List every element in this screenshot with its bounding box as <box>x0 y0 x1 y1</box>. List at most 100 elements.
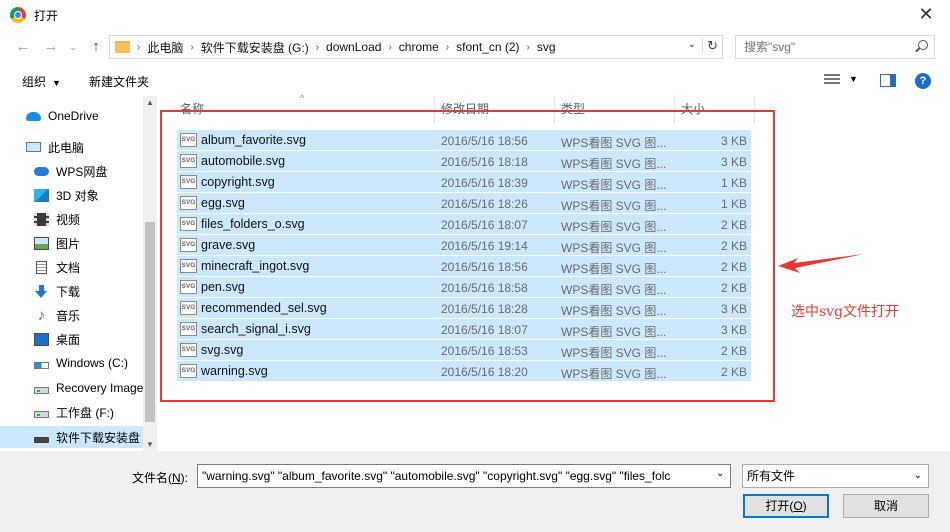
file-date: 2016/5/16 18:26 <box>441 197 528 211</box>
organize-button[interactable]: 组织 ▼ <box>22 73 61 90</box>
sidebar-item-3d-objects[interactable]: 3D 对象 <box>34 184 156 206</box>
sidebar-item-documents[interactable]: 文档 <box>34 256 156 278</box>
arrow-left-icon[interactable]: ← <box>14 38 32 56</box>
close-icon[interactable]: ✕ <box>916 4 936 24</box>
sidebar-item-downloads[interactable]: 下载 <box>34 280 156 302</box>
search-icon[interactable] <box>918 40 928 50</box>
file-size: 3 KB <box>720 134 747 148</box>
chevron-right-icon[interactable]: › <box>137 42 140 53</box>
file-size: 3 KB <box>720 155 747 169</box>
file-row[interactable]: SVG copyright.svg 2016/5/16 18:39 WPS看图 SVG… <box>177 172 751 193</box>
file-name: minecraft_ingot.svg <box>201 259 310 273</box>
drive-icon <box>34 386 49 394</box>
chevron-down-icon[interactable]: ⌄ <box>914 465 922 487</box>
file-row[interactable]: SVG recommended_sel.svg 2016/5/16 18:28 WPS… <box>177 298 751 319</box>
filename-label: 文件名(N): <box>132 471 189 485</box>
preview-pane-icon[interactable] <box>880 74 896 87</box>
sidebar-item-onedrive[interactable]: OneDrive <box>26 105 156 127</box>
annotation-text: 选中svg文件打开 <box>791 304 900 320</box>
search-box[interactable] <box>735 35 935 59</box>
sidebar-item-this-pc[interactable]: 此电脑 <box>26 136 156 158</box>
sidebar-item-pictures[interactable]: 图片 <box>34 232 156 254</box>
sidebar-item-label: 此电脑 <box>48 140 85 155</box>
file-row[interactable]: SVG grave.svg 2016/5/16 19:14 WPS看图 SVG 图..… <box>177 235 751 256</box>
search-input[interactable] <box>736 40 906 54</box>
sidebar-item-windows-c[interactable]: Windows (C:) <box>34 352 156 374</box>
file-name: grave.svg <box>201 238 256 252</box>
navigation-scrollbar[interactable]: ▲ ▼ <box>143 96 157 451</box>
sidebar-item-desktop[interactable]: 桌面 <box>34 328 156 350</box>
sidebar-item-label: 图片 <box>56 236 81 251</box>
cancel-button[interactable]: 取消 <box>843 494 929 518</box>
scrollbar-thumb[interactable] <box>145 222 155 422</box>
recent-locations-icon[interactable]: ⌄ <box>64 38 82 56</box>
chevron-right-icon[interactable]: › <box>446 42 449 53</box>
caret-down-icon[interactable]: ▼ <box>849 74 858 84</box>
sidebar-item-work-f[interactable]: 工作盘 (F:) <box>34 401 156 423</box>
breadcrumb-download[interactable]: downLoad <box>326 40 381 54</box>
column-header-size[interactable]: 大小 <box>675 96 755 123</box>
file-row[interactable]: SVG automobile.svg 2016/5/16 18:18 WPS看图 SV… <box>177 151 751 172</box>
breadcrumb-drive-g[interactable]: 软件下载安装盘 (G:) <box>201 39 309 56</box>
file-row[interactable]: SVG svg.svg 2016/5/16 18:53 WPS看图 SVG 图... 2… <box>177 340 751 361</box>
column-header-name[interactable]: 名称 <box>174 96 435 123</box>
chevron-right-icon[interactable]: › <box>190 42 193 53</box>
breadcrumb-chrome[interactable]: chrome <box>399 40 439 54</box>
sidebar-item-wps-cloud[interactable]: WPS网盘 <box>34 160 156 182</box>
file-row[interactable]: SVG search_signal_i.svg 2016/5/16 18:07 WPS… <box>177 319 751 340</box>
sidebar-item-music[interactable]: ♪ 音乐 <box>34 304 156 326</box>
caret-down-icon: ▼ <box>52 78 61 88</box>
arrow-right-icon[interactable]: → <box>42 38 60 56</box>
file-type: WPS看图 SVG 图... <box>561 367 667 381</box>
dialog-footer: 文件名(N): "warning.svg" "album_favorite.sv… <box>0 451 950 532</box>
sidebar-item-label: Recovery Image <box>56 381 144 395</box>
chevron-right-icon[interactable]: › <box>388 42 391 53</box>
sidebar-item-label: WPS网盘 <box>56 164 108 179</box>
file-name: svg.svg <box>201 343 244 357</box>
new-folder-button[interactable]: 新建文件夹 <box>89 73 149 90</box>
file-type-select[interactable]: 所有文件 ⌄ <box>742 464 929 488</box>
sidebar-item-recovery-image[interactable]: Recovery Image <box>34 377 156 399</box>
scroll-down-icon[interactable]: ▼ <box>146 440 154 449</box>
chevron-right-icon[interactable]: › <box>527 42 530 53</box>
music-icon: ♪ <box>37 306 46 324</box>
svg-file-icon: SVG <box>180 154 197 168</box>
file-row[interactable]: SVG files_folders_o.svg 2016/5/16 18:07 WPS… <box>177 214 751 235</box>
sidebar-item-label: 软件下载安装盘 <box>56 430 141 445</box>
svg-file-icon: SVG <box>180 322 197 336</box>
chevron-right-icon[interactable]: › <box>316 42 319 53</box>
file-row[interactable]: SVG album_favorite.svg 2016/5/16 18:56 WPS看… <box>177 130 751 151</box>
arrow-up-icon[interactable]: ↑ <box>87 38 105 56</box>
refresh-icon[interactable]: ↻ <box>702 38 718 54</box>
sidebar-item-software-g[interactable]: 软件下载安装盘 <box>0 426 143 448</box>
help-icon[interactable]: ? <box>915 73 931 89</box>
organize-label: 组织 <box>22 75 47 89</box>
file-row[interactable]: SVG warning.svg 2016/5/16 18:20 WPS看图 SVG 图… <box>177 361 751 382</box>
svg-file-icon: SVG <box>180 217 197 231</box>
file-size: 1 KB <box>720 176 747 190</box>
breadcrumb-sfont[interactable]: sfont_cn (2) <box>456 40 519 54</box>
file-row[interactable]: SVG pen.svg 2016/5/16 18:58 WPS看图 SVG 图... 2… <box>177 277 751 298</box>
column-header-type[interactable]: 类型 <box>555 96 675 123</box>
breadcrumb-svg[interactable]: svg <box>537 40 556 54</box>
file-type: WPS看图 SVG 图... <box>561 178 667 192</box>
file-row[interactable]: SVG egg.svg 2016/5/16 18:26 WPS看图 SVG 图... 1… <box>177 193 751 214</box>
sidebar-item-label: 桌面 <box>56 332 81 347</box>
column-header-date[interactable]: 修改日期 <box>435 96 555 123</box>
breadcrumb-this-pc[interactable]: 此电脑 <box>147 39 183 56</box>
view-options-icon[interactable] <box>824 74 840 86</box>
chevron-down-icon[interactable]: ⌄ <box>688 39 696 50</box>
open-button[interactable]: 打开(O) <box>743 494 829 518</box>
scroll-up-icon[interactable]: ▲ <box>146 98 154 107</box>
chevron-down-icon[interactable]: ⌄ <box>716 468 724 479</box>
file-row[interactable]: SVG minecraft_ingot.svg 2016/5/16 18:56 WPS… <box>177 256 751 277</box>
file-size: 2 KB <box>720 281 747 295</box>
sidebar-item-videos[interactable]: 视频 <box>34 208 156 230</box>
file-name: warning.svg <box>201 364 268 378</box>
svg-file-icon: SVG <box>180 196 197 210</box>
filename-input[interactable]: "warning.svg" "album_favorite.svg" "auto… <box>197 464 731 488</box>
file-date: 2016/5/16 18:07 <box>441 323 528 337</box>
title-bar: 打开 ✕ <box>0 0 950 30</box>
desktop-icon <box>34 332 49 346</box>
address-bar[interactable]: › 此电脑 › 软件下载安装盘 (G:) › downLoad › chrome… <box>109 35 723 59</box>
